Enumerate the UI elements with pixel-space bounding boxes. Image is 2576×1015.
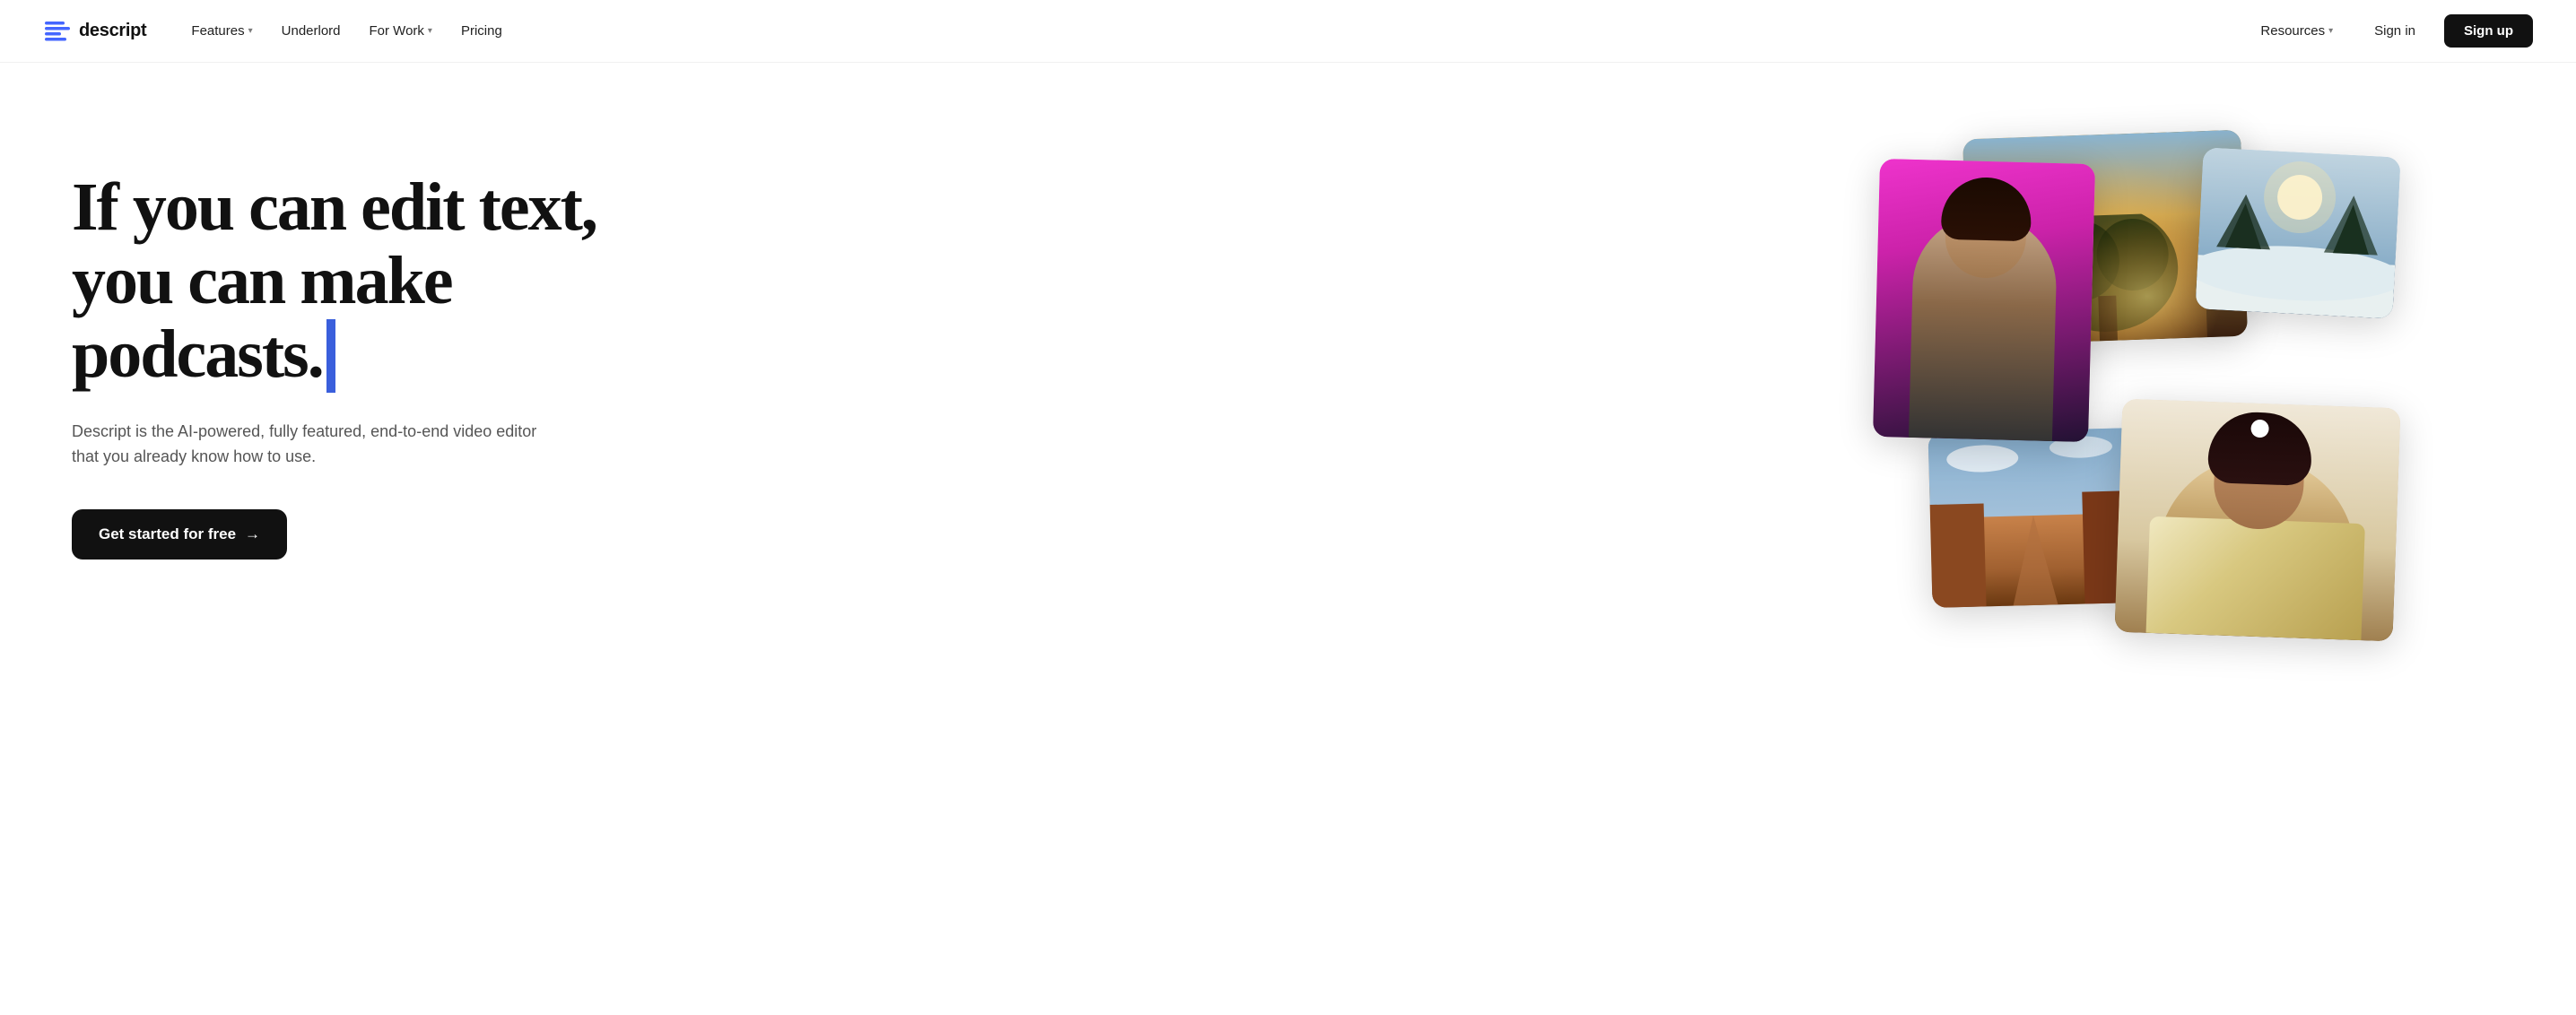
hero-section: If you can edit text, you can make podca…: [0, 63, 2576, 1015]
nav-link-resources[interactable]: Resources ▾: [2248, 16, 2345, 46]
sign-in-button[interactable]: Sign in: [2360, 16, 2430, 46]
cursor-bar: [326, 319, 335, 393]
hero-image-winter: [2195, 147, 2400, 318]
nav-link-underlord[interactable]: Underlord: [269, 16, 353, 46]
hero-image-desert: [1928, 428, 2138, 608]
hero-subtitle: Descript is the AI-powered, fully featur…: [72, 420, 538, 470]
navigation: descript Features ▾ Underlord For Work ▾…: [0, 0, 2576, 63]
nav-link-for-work[interactable]: For Work ▾: [357, 16, 445, 46]
features-chevron-icon: ▾: [248, 26, 253, 36]
hero-image-woman: [2115, 399, 2401, 642]
logo[interactable]: descript: [43, 17, 146, 46]
nav-left: descript Features ▾ Underlord For Work ▾…: [43, 16, 515, 46]
hero-image-collage: [1858, 126, 2504, 646]
descript-logo-icon: [43, 17, 72, 46]
get-started-button[interactable]: Get started for free →: [72, 509, 287, 560]
nav-link-features[interactable]: Features ▾: [178, 16, 265, 46]
sign-up-button[interactable]: Sign up: [2444, 14, 2533, 48]
logo-text: descript: [79, 21, 146, 41]
resources-chevron-icon: ▾: [2328, 26, 2333, 36]
arrow-icon: →: [245, 525, 260, 543]
nav-links: Features ▾ Underlord For Work ▾ Pricing: [178, 16, 514, 46]
for-work-chevron-icon: ▾: [428, 26, 432, 36]
hero-image-person-pink: [1873, 159, 2095, 442]
nav-right: Resources ▾ Sign in Sign up: [2248, 14, 2533, 48]
nav-link-pricing[interactable]: Pricing: [448, 16, 515, 46]
hero-content: If you can edit text, you can make podca…: [72, 134, 682, 560]
hero-headline: If you can edit text, you can make podca…: [72, 170, 682, 391]
